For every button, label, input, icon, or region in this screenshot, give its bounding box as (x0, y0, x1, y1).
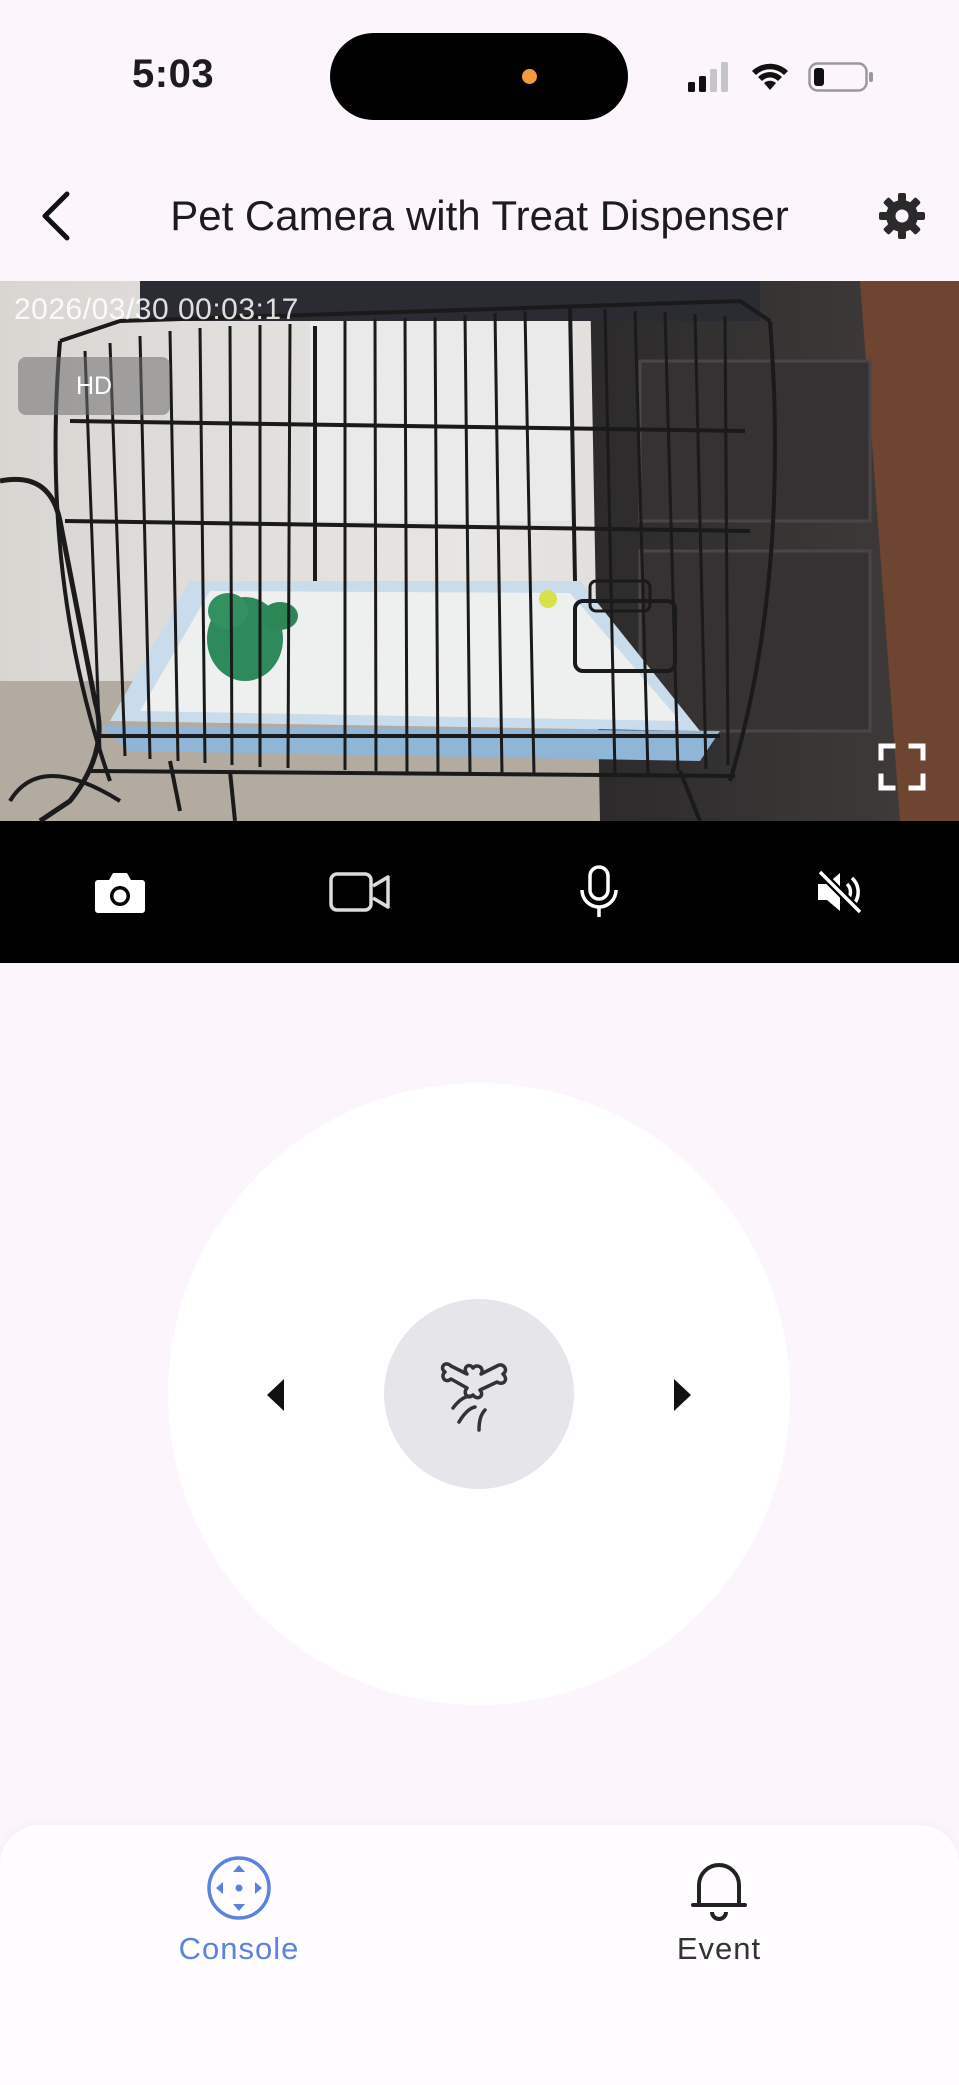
bell-icon (691, 1863, 747, 1921)
gear-icon (879, 193, 925, 239)
tab-console[interactable]: Console (119, 1855, 359, 1967)
triangle-right-icon (674, 1379, 691, 1411)
live-video-feed[interactable]: 2026/03/30 00:03:17 HD (0, 281, 959, 821)
tab-event-label: Event (676, 1931, 762, 1966)
rotate-left-button[interactable] (256, 1375, 296, 1415)
wifi-icon (752, 63, 788, 90)
camera-icon (94, 873, 145, 913)
fullscreen-icon (878, 743, 926, 791)
video-record-icon (328, 872, 390, 912)
tab-console-label: Console (178, 1931, 300, 1966)
talk-button[interactable] (480, 821, 720, 963)
hd-quality-toggle[interactable]: HD (18, 357, 170, 415)
dynamic-island (330, 33, 628, 120)
mute-button[interactable] (719, 821, 959, 963)
dispense-treat-button[interactable] (384, 1299, 574, 1489)
camera-indicator-dot (522, 69, 537, 84)
rotate-right-button[interactable] (662, 1375, 702, 1415)
triangle-left-icon (267, 1379, 284, 1411)
fullscreen-button[interactable] (876, 741, 928, 793)
snapshot-button[interactable] (0, 821, 240, 963)
bottom-navigation: Console Event (0, 1825, 959, 2085)
record-button[interactable] (240, 821, 480, 963)
video-timestamp: 2026/03/30 00:03:17 (14, 293, 299, 326)
status-bar: 5:03 (0, 0, 959, 150)
status-time: 5:03 (132, 52, 215, 96)
tab-event[interactable]: Event (599, 1855, 839, 1967)
video-toolbar (0, 821, 959, 963)
control-pad (168, 1083, 790, 1705)
settings-button[interactable] (876, 190, 928, 242)
speaker-muted-icon (817, 869, 863, 915)
bone-treat-icon (440, 1362, 508, 1432)
console-icon (207, 1856, 271, 1920)
page-title: Pet Camera with Treat Dispenser (170, 192, 789, 239)
header: Pet Camera with Treat Dispenser (0, 170, 959, 260)
status-icons (686, 60, 874, 94)
battery-icon (808, 62, 873, 92)
signal-icon (688, 62, 728, 92)
microphone-icon (580, 865, 619, 917)
